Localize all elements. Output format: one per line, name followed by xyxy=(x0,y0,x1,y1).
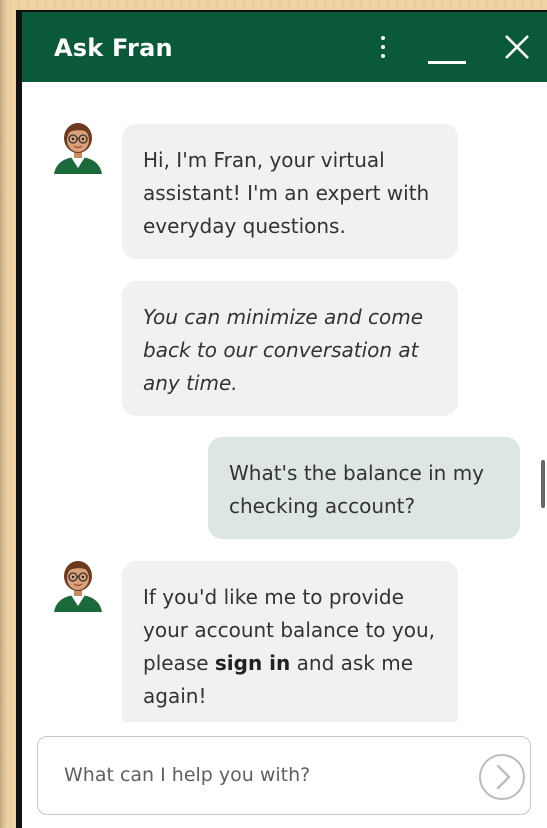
close-button[interactable] xyxy=(496,26,538,68)
sign-in-link[interactable]: sign in xyxy=(215,651,290,675)
message-input-box[interactable] xyxy=(37,736,531,815)
chat-title: Ask Fran xyxy=(54,34,173,62)
message-list[interactable]: Hi, I'm Fran, your virtual assistant! I'… xyxy=(22,82,547,732)
menu-button[interactable] xyxy=(362,26,404,68)
chat-window: Ask Fran Hi, I'm Fran, your virtual assi… xyxy=(16,10,547,828)
background-edge xyxy=(0,0,8,828)
composer xyxy=(22,722,547,828)
bot-message: Hi, I'm Fran, your virtual assistant! I'… xyxy=(122,124,458,259)
minimize-icon xyxy=(428,60,466,64)
bot-message: If you'd like me to provide your account… xyxy=(122,561,458,731)
scrollbar-thumb[interactable] xyxy=(541,460,545,508)
user-message: What's the balance in my checking accoun… xyxy=(208,437,520,539)
more-vertical-icon xyxy=(381,36,385,58)
bot-message: You can minimize and come back to our co… xyxy=(122,281,458,416)
fran-avatar-icon xyxy=(54,561,102,612)
chat-header: Ask Fran xyxy=(22,12,547,82)
send-arrow-icon[interactable] xyxy=(478,753,526,801)
close-icon xyxy=(505,35,529,59)
message-input[interactable] xyxy=(64,757,454,793)
minimize-button[interactable] xyxy=(426,26,468,68)
fran-avatar-icon xyxy=(54,123,102,174)
